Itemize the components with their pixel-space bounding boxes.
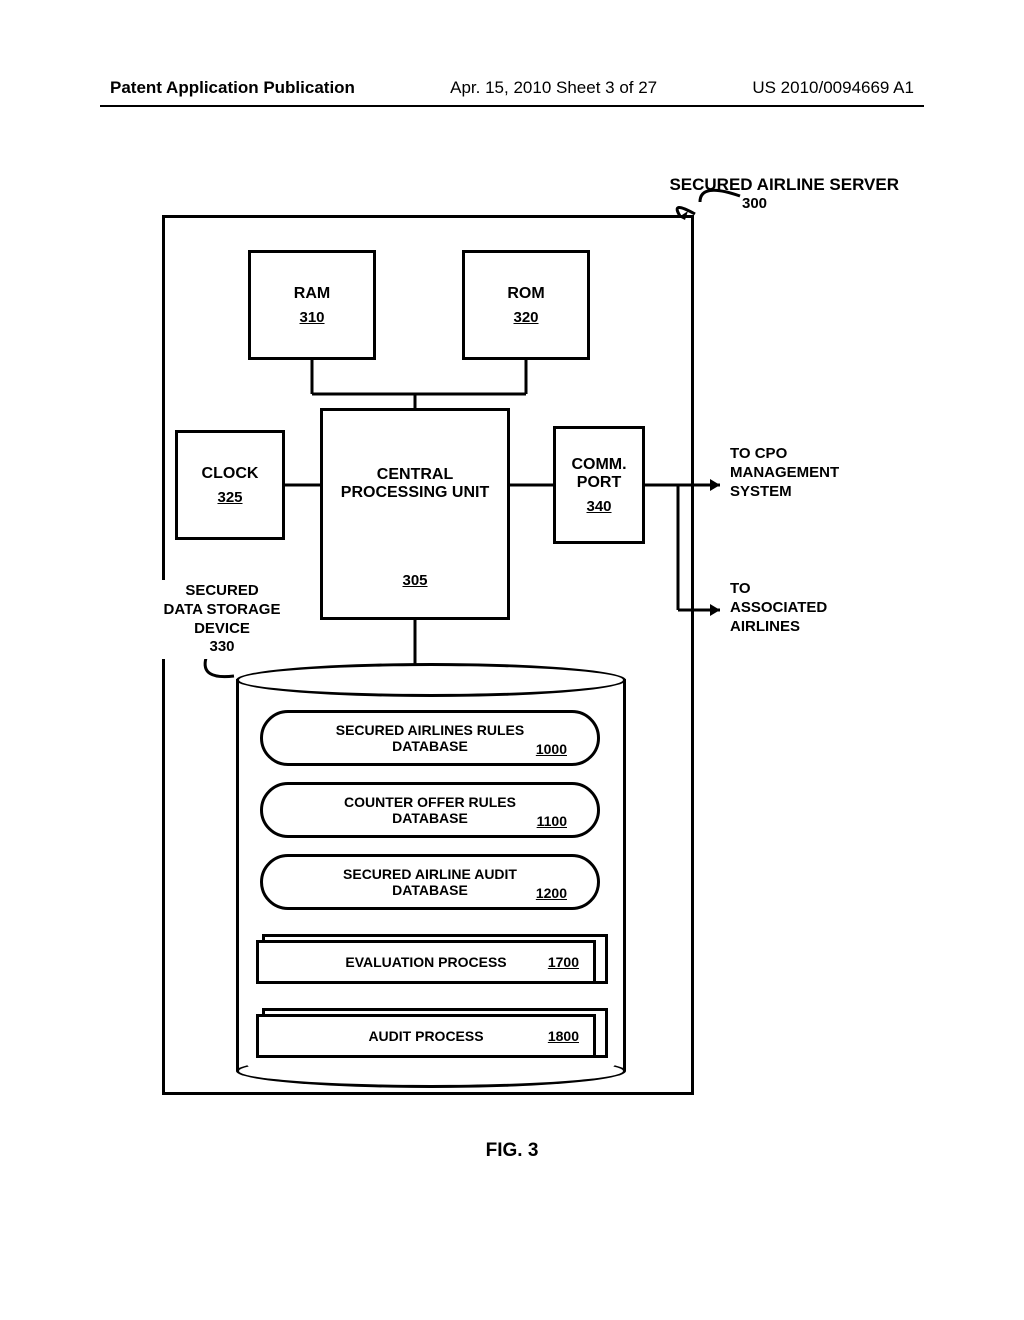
diagram-title-text: SECURED AIRLINE SERVER (669, 175, 899, 194)
ram-ref: 310 (299, 309, 324, 326)
diagram-title: SECURED AIRLINE SERVER (669, 175, 899, 195)
external-cpo-label: TO CPO MANAGEMENT SYSTEM (730, 445, 880, 501)
clock-ref: 325 (217, 489, 242, 506)
disk-counter-offer-db: COUNTER OFFER RULES DATABASE 1100 (260, 782, 600, 838)
rom-block: ROM 320 (462, 250, 590, 360)
figure-label: FIG. 3 (0, 1140, 1024, 1162)
cpu-block: CENTRAL PROCESSING UNIT 305 (320, 408, 510, 620)
storage-label: SECURED DATA STORAGE DEVICE 330 (152, 580, 292, 659)
ram-block: RAM 310 (248, 250, 376, 360)
page-header: Patent Application Publication Apr. 15, … (0, 78, 1024, 98)
process-audit: AUDIT PROCESS 1800 (256, 1014, 604, 1064)
disk-audit-db: SECURED AIRLINE AUDIT DATABASE 1200 (260, 854, 600, 910)
cpu-label: CENTRAL PROCESSING UNIT (341, 466, 489, 502)
header-rule (100, 105, 924, 107)
comm-port-block: COMM. PORT 340 (553, 426, 645, 544)
process-evaluation: EVALUATION PROCESS 1700 (256, 940, 604, 990)
clock-label: CLOCK (202, 465, 259, 483)
rom-label: ROM (507, 285, 544, 303)
cylinder-top (236, 663, 626, 697)
clock-block: CLOCK 325 (175, 430, 285, 540)
disk-rules-db: SECURED AIRLINES RULES DATABASE 1000 (260, 710, 600, 766)
header-right: US 2010/0094669 A1 (752, 78, 914, 98)
external-airlines-label: TO ASSOCIATED AIRLINES (730, 580, 880, 636)
ram-label: RAM (294, 285, 330, 303)
header-left: Patent Application Publication (110, 78, 355, 98)
rom-ref: 320 (513, 309, 538, 326)
comm-ref: 340 (586, 498, 611, 515)
server-ref: 300 (742, 195, 767, 212)
header-center: Apr. 15, 2010 Sheet 3 of 27 (450, 78, 657, 98)
cpu-ref: 305 (402, 572, 427, 589)
